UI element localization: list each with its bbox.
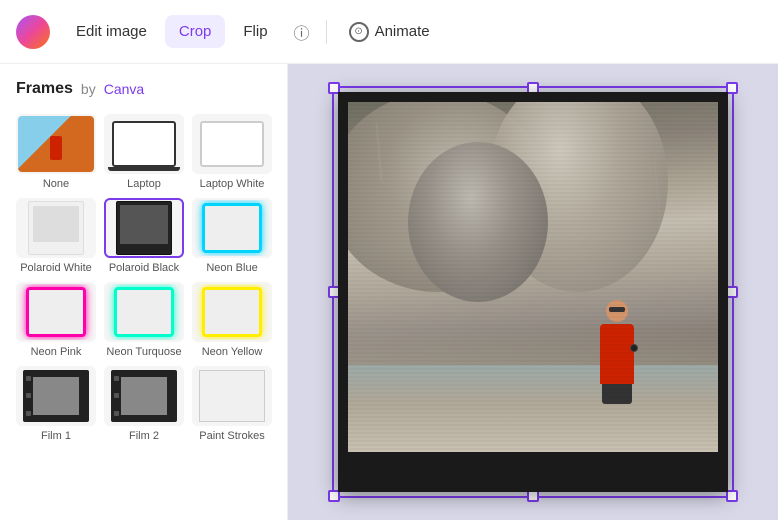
frame-thumb-neon-turquoise	[104, 282, 184, 342]
film-hole	[114, 393, 119, 398]
frame-item-laptop[interactable]: Laptop	[104, 114, 184, 190]
frame-label-polaroid-black: Polaroid Black	[109, 262, 179, 274]
frame-label-laptop: Laptop	[127, 178, 161, 190]
toolbar: Edit image Crop Flip ⓘ ⊙ Animate	[0, 0, 778, 64]
frame-label-film-2: Film 2	[129, 430, 159, 442]
frame-item-neon-blue[interactable]: Neon Blue	[192, 198, 272, 274]
left-panel: Frames by Canva None Laptop	[0, 64, 288, 520]
frame-polaroid-black-inner	[120, 205, 168, 244]
frame-film-2-inner	[121, 377, 167, 415]
frame-film-inner	[33, 377, 79, 415]
frame-label-laptop-white: Laptop White	[200, 178, 265, 190]
frame-thumb-paint-strokes	[192, 366, 272, 426]
frame-none-person	[50, 136, 62, 160]
panel-title: Frames	[16, 80, 73, 98]
frame-label-none: None	[43, 178, 69, 190]
frame-label-film-1: Film 1	[41, 430, 71, 442]
frame-label-neon-blue: Neon Blue	[206, 262, 257, 274]
frame-label-paint-strokes: Paint Strokes	[199, 430, 264, 442]
frame-paint	[199, 370, 265, 422]
frame-polaroid-black	[116, 201, 172, 255]
frame-item-polaroid-black[interactable]: Polaroid Black	[104, 198, 184, 274]
film-hole	[26, 411, 31, 416]
frame-polaroid-white	[28, 201, 84, 255]
frame-polaroid-white-inner	[33, 206, 79, 242]
animate-icon: ⊙	[349, 22, 369, 42]
frame-film-1	[23, 370, 89, 422]
film-hole	[26, 393, 31, 398]
frame-film-holes-2-left	[114, 370, 119, 422]
canvas-area[interactable]	[288, 64, 778, 520]
frame-thumb-neon-blue	[192, 198, 272, 258]
crop-button[interactable]: Crop	[165, 15, 226, 48]
frame-thumb-polaroid-white	[16, 198, 96, 258]
frame-laptop	[112, 121, 176, 167]
canva-link[interactable]: Canva	[104, 81, 144, 97]
photo-grain	[348, 102, 718, 452]
frames-grid: None Laptop Laptop White	[16, 114, 271, 442]
frame-neon-pink	[26, 287, 86, 337]
film-hole	[114, 376, 119, 381]
frame-film-holes-left	[26, 370, 31, 422]
frame-item-neon-pink[interactable]: Neon Pink	[16, 282, 96, 358]
frame-item-none[interactable]: None	[16, 114, 96, 190]
info-button[interactable]: ⓘ	[286, 16, 318, 48]
frame-item-laptop-white[interactable]: Laptop White	[192, 114, 272, 190]
frame-neon-turquoise	[114, 287, 174, 337]
frame-label-neon-turquoise: Neon Turquose	[106, 346, 181, 358]
frame-thumb-polaroid-black	[104, 198, 184, 258]
frame-thumb-none	[16, 114, 96, 174]
frame-laptop-white	[200, 121, 264, 167]
frame-label-neon-yellow: Neon Yellow	[202, 346, 263, 358]
frame-thumb-neon-yellow	[192, 282, 272, 342]
frame-item-neon-yellow[interactable]: Neon Yellow	[192, 282, 272, 358]
panel-header: Frames by Canva	[16, 80, 271, 98]
frame-item-paint-strokes[interactable]: Paint Strokes	[192, 366, 272, 442]
toolbar-divider	[326, 20, 327, 44]
frame-item-neon-turquoise[interactable]: Neon Turquose	[104, 282, 184, 358]
frame-thumb-neon-pink	[16, 282, 96, 342]
frame-thumb-laptop	[104, 114, 184, 174]
photo-content	[348, 102, 718, 452]
frame-none-bg	[18, 116, 94, 172]
frame-neon-yellow	[202, 287, 262, 337]
canva-logo	[16, 15, 50, 49]
main-area: Frames by Canva None Laptop	[0, 64, 778, 520]
film-hole	[114, 411, 119, 416]
edit-image-button[interactable]: Edit image	[62, 15, 161, 48]
film-hole	[26, 376, 31, 381]
frame-neon-blue	[202, 203, 262, 253]
image-container[interactable]	[338, 92, 728, 492]
frame-film-2	[111, 370, 177, 422]
polaroid-black-frame	[338, 92, 728, 492]
flip-button[interactable]: Flip	[229, 15, 281, 48]
animate-button[interactable]: ⊙ Animate	[335, 14, 444, 50]
frame-item-film-2[interactable]: Film 2	[104, 366, 184, 442]
frame-label-neon-pink: Neon Pink	[31, 346, 82, 358]
panel-by-label: by	[81, 81, 96, 97]
animate-label: Animate	[375, 23, 430, 40]
frame-thumb-film-1	[16, 366, 96, 426]
frame-thumb-laptop-white	[192, 114, 272, 174]
frame-label-polaroid-white: Polaroid White	[20, 262, 92, 274]
frame-thumb-film-2	[104, 366, 184, 426]
frame-item-film-1[interactable]: Film 1	[16, 366, 96, 442]
frame-item-polaroid-white[interactable]: Polaroid White	[16, 198, 96, 274]
